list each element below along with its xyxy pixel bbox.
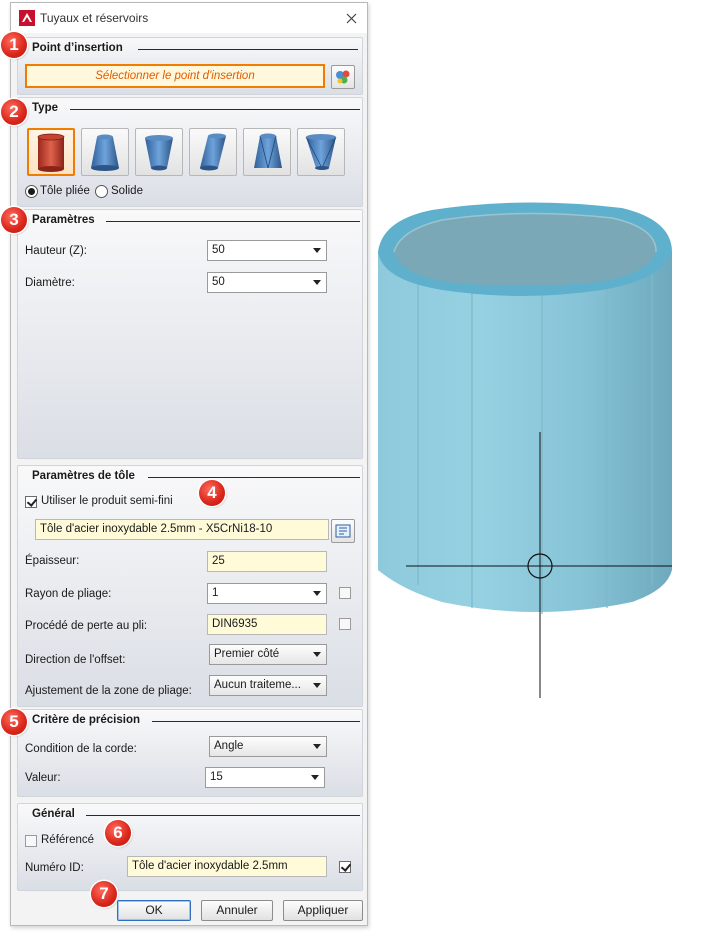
cylinder-model (378, 202, 672, 614)
cone-frustum-icon (91, 134, 119, 171)
diametre-value: 50 (212, 276, 225, 288)
chevron-down-icon (313, 280, 321, 285)
direction-combo[interactable]: Premier côté (209, 644, 327, 665)
ajustement-label: Ajustement de la zone de pliage: (25, 685, 192, 697)
diametre-combo[interactable]: 50 (207, 272, 327, 293)
hauteur-label: Hauteur (Z): (25, 245, 87, 257)
type-twisted-button[interactable] (243, 128, 291, 176)
reference-label[interactable]: Référencé (41, 834, 94, 846)
id-checkbox[interactable] (339, 861, 351, 873)
section-divider (152, 721, 360, 722)
section-precision-title: Critère de précision (32, 714, 141, 726)
type-transition-button[interactable] (297, 128, 345, 176)
close-button[interactable] (341, 8, 361, 28)
dialog-window: Tuyaux et réservoirs Point d’insertion S… (1, 2, 368, 926)
type-tapered-button[interactable] (135, 128, 183, 176)
hauteur-combo[interactable]: 50 (207, 240, 327, 261)
step-badge-2: 2 (1, 99, 27, 125)
type-oblique-button[interactable] (189, 128, 237, 176)
diametre-label: Diamètre: (25, 277, 75, 289)
section-general: Général (17, 803, 363, 891)
section-divider (138, 49, 358, 50)
chevron-down-icon (313, 652, 321, 657)
rayon-label: Rayon de pliage: (25, 588, 112, 600)
ajustement-value: Aucun traiteme... (214, 679, 301, 691)
apply-button[interactable]: Appliquer (283, 900, 363, 921)
rayon-checkbox[interactable] (339, 587, 351, 599)
section-divider (106, 221, 360, 222)
section-divider (70, 109, 360, 110)
section-type-title: Type (32, 102, 58, 114)
chevron-down-icon (313, 683, 321, 688)
radio-tole-pliee-label[interactable]: Tôle pliée (40, 185, 90, 197)
app-logo-icon (19, 10, 35, 26)
section-general-title: Général (32, 808, 75, 820)
hauteur-value: 50 (212, 244, 225, 256)
twisted-frustum-icon (254, 133, 282, 169)
material-field[interactable]: Tôle d'acier inoxydable 2.5mm - X5CrNi18… (35, 519, 329, 540)
step-badge-3: 3 (1, 207, 27, 233)
procede-field[interactable]: DIN6935 (207, 614, 327, 635)
radio-tole-pliee[interactable] (25, 185, 38, 198)
section-divider (86, 815, 360, 816)
cancel-button[interactable]: Annuler (201, 900, 273, 921)
material-browse-button[interactable] (331, 519, 355, 543)
3d-viewport[interactable] (372, 190, 706, 710)
cylinder-red-icon (37, 133, 65, 172)
radio-solide-label[interactable]: Solide (111, 185, 143, 197)
section-parameters-title: Paramètres (32, 214, 95, 226)
close-icon (346, 13, 356, 23)
chevron-down-icon (313, 591, 321, 596)
procede-checkbox[interactable] (339, 618, 351, 630)
chevron-down-icon (313, 248, 321, 253)
id-field[interactable]: Tôle d'acier inoxydable 2.5mm (127, 856, 327, 877)
section-sheet-title: Paramètres de tôle (32, 470, 135, 482)
pick-point-button[interactable] (331, 65, 355, 89)
reference-checkbox[interactable] (25, 835, 37, 847)
use-semi-finished-checkbox[interactable] (25, 496, 37, 508)
oblique-cylinder-icon (200, 133, 226, 171)
step-badge-7: 7 (91, 881, 117, 907)
chevron-down-icon (311, 775, 319, 780)
epaisseur-field[interactable]: 25 (207, 551, 327, 572)
valeur-value: 15 (210, 771, 223, 783)
transition-piece-icon (305, 134, 337, 170)
valeur-combo[interactable]: 15 (205, 767, 325, 788)
procede-label: Procédé de perte au pli: (25, 620, 148, 632)
step-badge-6: 6 (105, 820, 131, 846)
type-cylinder-button[interactable] (27, 128, 75, 176)
type-cone-frustum-button[interactable] (81, 128, 129, 176)
direction-value: Premier côté (214, 648, 280, 660)
valeur-label: Valeur: (25, 772, 61, 784)
step-badge-4: 4 (199, 480, 225, 506)
radio-solide[interactable] (95, 185, 108, 198)
select-insertion-point-button[interactable]: Sélectionner le point d'insertion (25, 64, 325, 88)
id-label: Numéro ID: (25, 862, 84, 874)
step-badge-1: 1 (1, 32, 27, 58)
tapered-cylinder-icon (145, 135, 173, 171)
ajustement-combo[interactable]: Aucun traiteme... (209, 675, 327, 696)
step-badge-5: 5 (1, 709, 27, 735)
section-divider (148, 477, 360, 478)
title-bar[interactable]: Tuyaux et réservoirs (11, 3, 367, 33)
ok-button[interactable]: OK (117, 900, 191, 921)
epaisseur-label: Épaisseur: (25, 555, 80, 567)
use-semi-finished-label[interactable]: Utiliser le produit semi-fini (41, 495, 173, 507)
section-insertion-title: Point d’insertion (32, 42, 123, 54)
rayon-value: 1 (212, 587, 219, 599)
condition-label: Condition de la corde: (25, 743, 137, 755)
condition-value: Angle (214, 740, 244, 752)
window-title: Tuyaux et réservoirs (40, 11, 149, 25)
point-picker-icon (336, 70, 350, 84)
chevron-down-icon (313, 744, 321, 749)
rayon-combo[interactable]: 1 (207, 583, 327, 604)
condition-combo[interactable]: Angle (209, 736, 327, 757)
catalog-icon (335, 524, 351, 538)
direction-label: Direction de l'offset: (25, 654, 126, 666)
